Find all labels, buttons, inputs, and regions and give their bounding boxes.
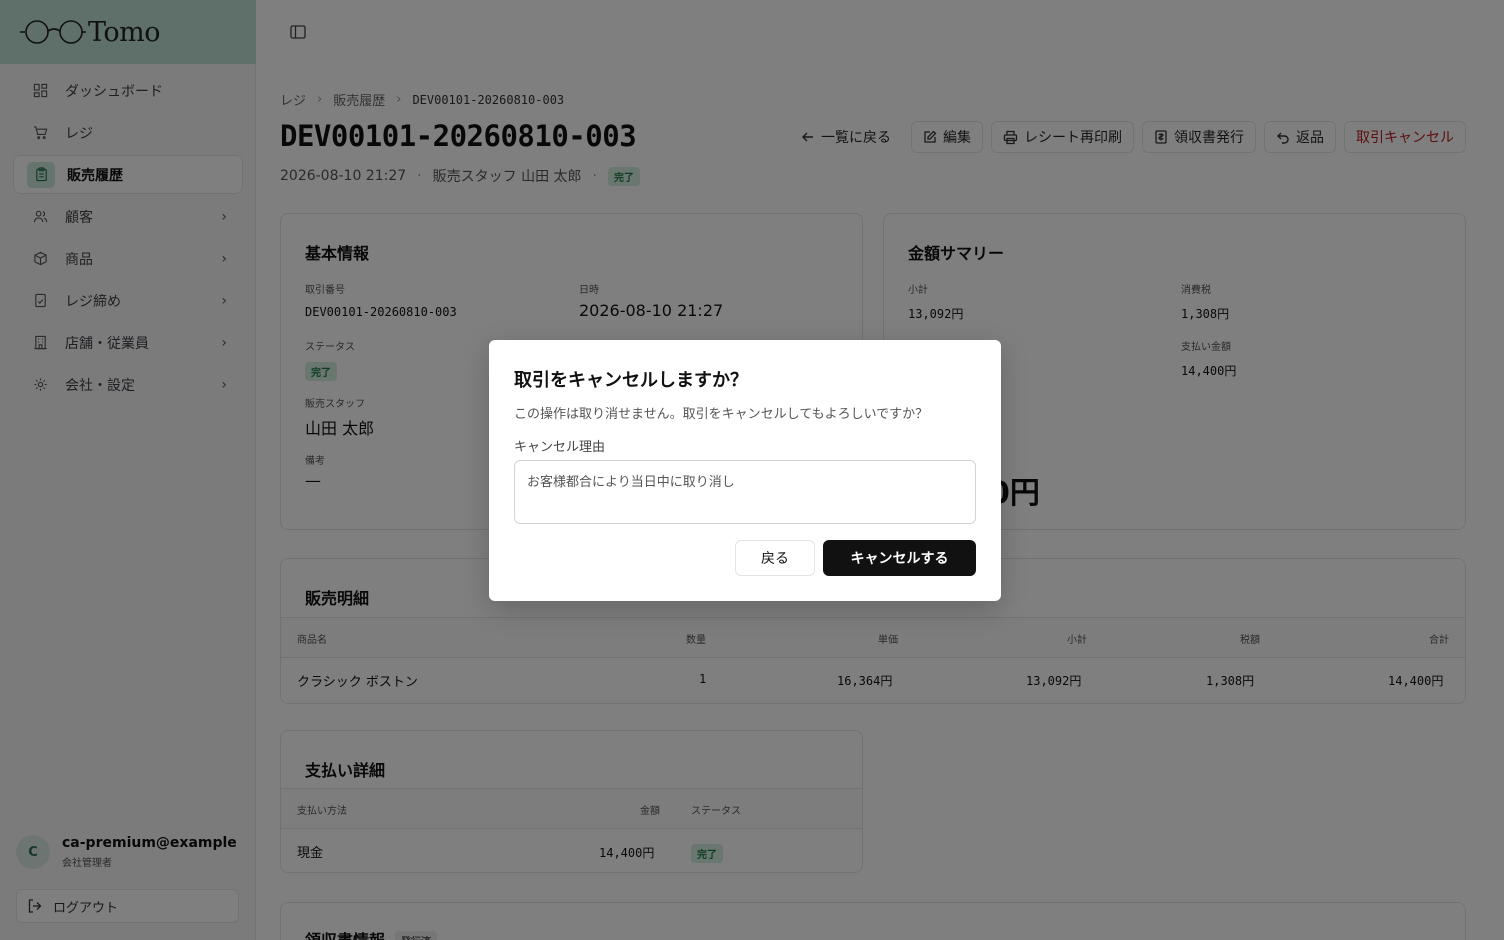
cancel-transaction-dialog: 取引をキャンセルしますか？ この操作は取り消せません。取引をキャンセルしてもよろ… bbox=[489, 340, 1001, 601]
dialog-description: この操作は取り消せません。取引をキャンセルしてもよろしいですか？ bbox=[514, 407, 929, 422]
dialog-title: 取引をキャンセルしますか？ bbox=[514, 370, 748, 391]
dialog-back-button[interactable]: 戻る bbox=[735, 540, 815, 576]
confirm-cancel-button[interactable]: キャンセルする bbox=[823, 540, 976, 576]
cancel-reason-input[interactable]: お客様都合により当日中に取り消し bbox=[514, 460, 976, 524]
cancel-reason-label: キャンセル理由 bbox=[514, 440, 606, 455]
